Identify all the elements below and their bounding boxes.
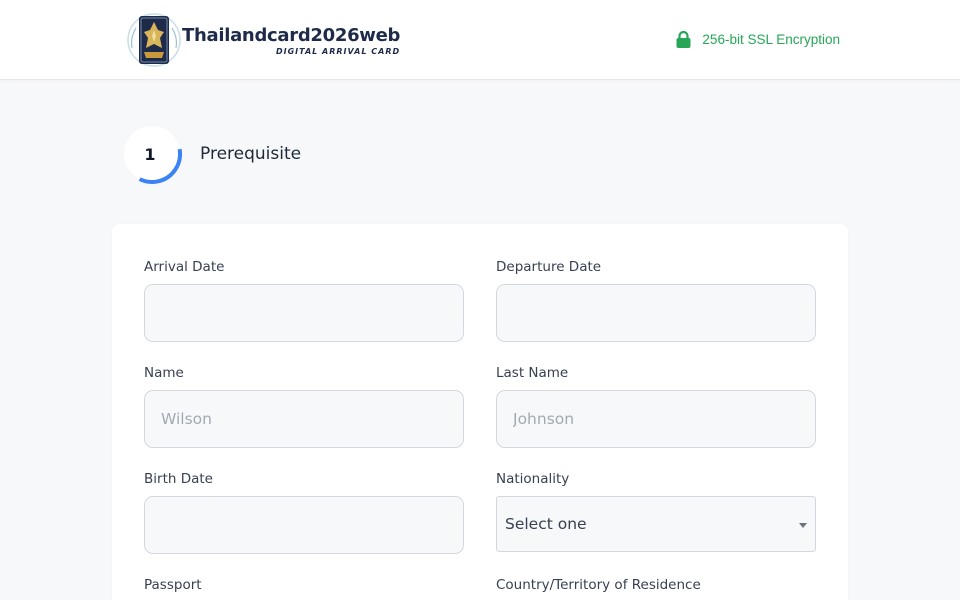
brand-title: Thailandcard2026web [182, 24, 401, 46]
lock-icon [676, 31, 691, 48]
departure-date-input[interactable] [496, 284, 816, 342]
name-field: Name [144, 364, 464, 448]
departure-date-label: Departure Date [496, 259, 602, 275]
last-name-input[interactable] [496, 390, 816, 448]
arrival-date-label: Arrival Date [144, 259, 225, 275]
brand-subtitle: DIGITAL ARRIVAL CARD [275, 46, 401, 56]
birth-date-label: Birth Date [144, 471, 213, 487]
departure-date-field: Departure Date [496, 258, 816, 342]
last-name-field: Last Name [496, 364, 816, 448]
step-number: 1 [144, 144, 156, 164]
birth-date-field: Birth Date [144, 470, 464, 554]
step-indicator: 1 Prerequisite [120, 122, 301, 186]
form-card: Arrival Date Departure Date Name Last Na… [112, 224, 848, 600]
thai-emblem-icon [127, 13, 181, 67]
last-name-label: Last Name [496, 365, 569, 381]
passport-field: Passport [144, 576, 464, 594]
caret-down-icon [799, 523, 807, 528]
ssl-text: 256-bit SSL Encryption [702, 32, 840, 47]
nationality-label: Nationality [496, 471, 570, 487]
site-header: Thailandcard2026web DIGITAL ARRIVAL CARD… [0, 0, 960, 80]
birth-date-input[interactable] [144, 496, 464, 554]
arrival-date-input[interactable] [144, 284, 464, 342]
ssl-badge: 256-bit SSL Encryption [676, 31, 840, 48]
brand-logo-link[interactable]: Thailandcard2026web DIGITAL ARRIVAL CARD [126, 8, 400, 70]
passport-label: Passport [144, 577, 202, 593]
name-label: Name [144, 365, 184, 381]
name-input[interactable] [144, 390, 464, 448]
brand-text: Thailandcard2026web DIGITAL ARRIVAL CARD [182, 24, 401, 57]
step-label: Prerequisite [200, 144, 302, 164]
residence-field: Country/Territory of Residence [496, 576, 816, 594]
nationality-selected-value: Select one [505, 515, 587, 533]
nationality-field: Nationality Select one [496, 470, 816, 552]
step-progress-ring: 1 [120, 122, 184, 186]
arrival-date-field: Arrival Date [144, 258, 464, 342]
residence-label: Country/Territory of Residence [496, 577, 701, 593]
nationality-select[interactable]: Select one [496, 496, 816, 552]
